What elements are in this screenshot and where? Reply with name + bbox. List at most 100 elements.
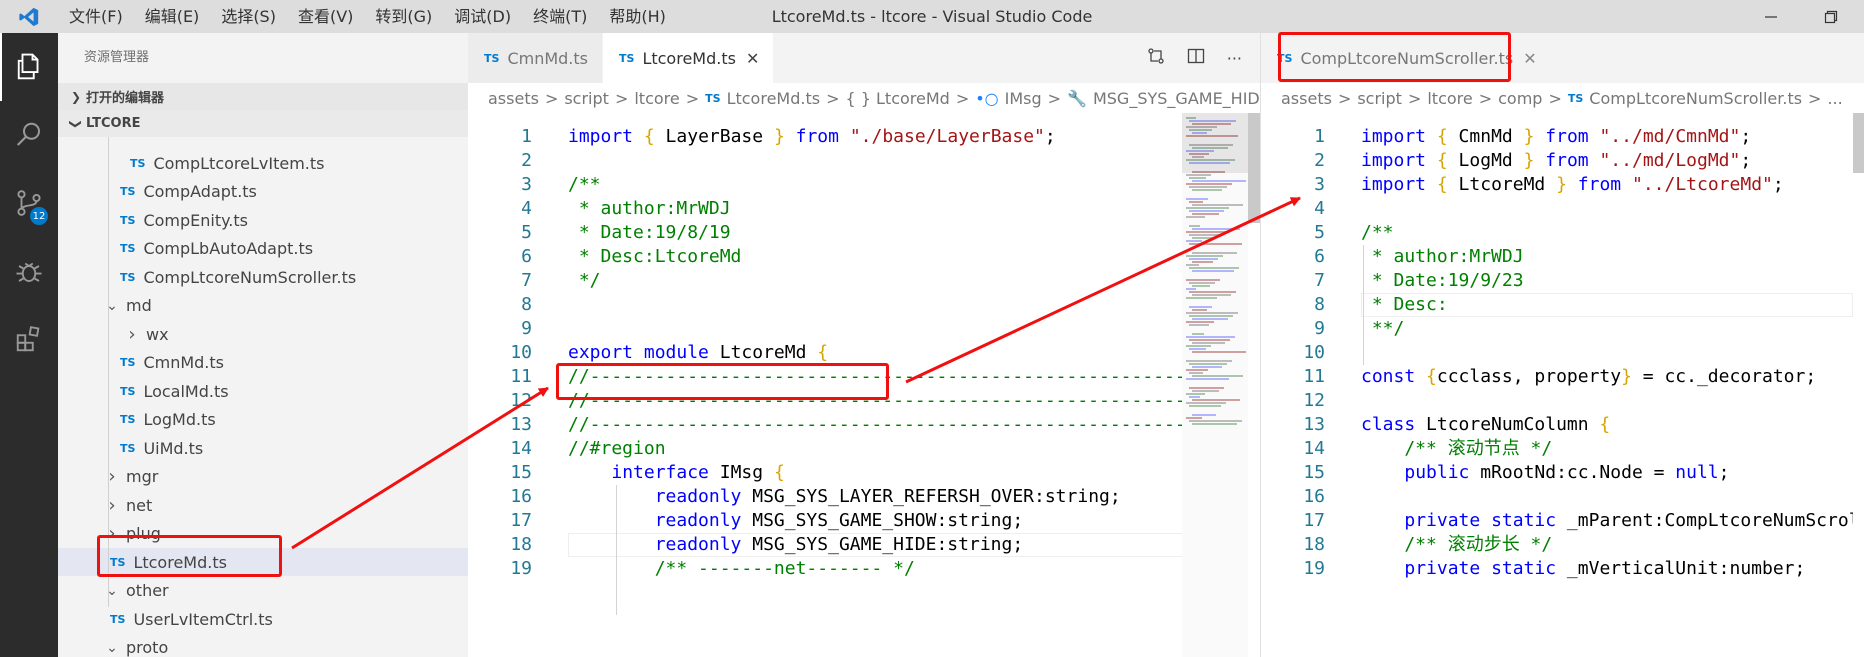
more-actions-icon[interactable]: ··· (1227, 49, 1242, 68)
explorer-icon[interactable] (0, 33, 58, 101)
split-editor-icon[interactable] (1187, 47, 1205, 69)
menu-help[interactable]: 帮助(H) (598, 0, 677, 33)
breadcrumb-item[interactable]: ltcore (634, 89, 679, 108)
breadcrumb-item[interactable]: script (564, 89, 609, 108)
tree-item[interactable]: TS CompAdapt.ts (58, 178, 468, 206)
minimap-line (1189, 243, 1242, 245)
tree-item[interactable]: TS CompLbAutoAdapt.ts (58, 235, 468, 263)
minimap-viewport[interactable] (1182, 113, 1248, 173)
tree-item[interactable]: TS LogMd.ts (58, 406, 468, 434)
tree-item[interactable]: TS UiMd.ts (58, 434, 468, 462)
tree-item[interactable]: TS LocalMd.ts (58, 377, 468, 405)
code-line: 10 (1261, 341, 1853, 365)
minimap-line (1189, 387, 1224, 389)
minimap-line (1186, 198, 1208, 200)
scrollbar-right[interactable] (1853, 113, 1864, 173)
code-text: import { LtcoreMd } from "../LtcoreMd"; (1361, 174, 1784, 195)
compare-changes-icon[interactable] (1147, 47, 1165, 69)
minimap-line (1186, 378, 1229, 380)
line-number: 8 (521, 294, 532, 315)
menu-view[interactable]: 查看(V) (287, 0, 364, 33)
code-line: 14 //#region (468, 437, 1183, 461)
tree-item[interactable]: TS CompLtcoreLvItem.ts (58, 149, 468, 177)
ts-file-icon: TS (120, 185, 136, 198)
menu-terminal[interactable]: 终端(T) (522, 0, 598, 33)
tab-label: LtcoreMd.ts (642, 48, 736, 68)
code-line: 4 (1261, 197, 1853, 221)
tab-bar-left: TS CmnMd.ts TS LtcoreMd.ts ✕ ··· (468, 33, 1260, 83)
search-icon[interactable] (0, 101, 58, 169)
minimap-line (1186, 240, 1202, 242)
tree-item[interactable]: › mgr (58, 463, 468, 491)
close-icon[interactable]: ✕ (746, 49, 759, 68)
extensions-icon[interactable] (0, 305, 58, 373)
tab-cmnmd[interactable]: TS CmnMd.ts (468, 33, 603, 83)
code-line: 8 (468, 293, 1183, 317)
menu-file[interactable]: 文件(F) (58, 0, 134, 33)
ts-file-icon: TS (130, 156, 146, 170)
minimap-line (1186, 207, 1229, 209)
code-line: 10 export module LtcoreMd { (468, 341, 1183, 365)
code-line: 2 import { LogMd } from "../md/LogMd"; (1261, 149, 1853, 173)
code-line: 12 (1261, 389, 1853, 413)
line-number: 13 (510, 414, 532, 435)
code-editor-right[interactable]: 1 import { CmnMd } from "../md/CmnMd"; 2 im… (1261, 113, 1853, 657)
menu-selection[interactable]: 选择(S) (210, 0, 287, 33)
source-control-icon[interactable]: 12 (0, 169, 58, 237)
menu-goto[interactable]: 转到(G) (364, 0, 443, 33)
minimap-line (1192, 318, 1228, 320)
line-number: 9 (1314, 318, 1325, 339)
code-line: 16 readonly MSG_SYS_LAYER_REFERSH_OVER:s… (468, 485, 1183, 509)
line-number: 6 (1314, 246, 1325, 267)
minimap-line (1189, 420, 1242, 422)
tree-item[interactable]: ⌄ proto (58, 634, 468, 657)
scrollbar-left[interactable] (1248, 113, 1260, 223)
ts-file-icon: TS (705, 91, 721, 105)
minimap-line (1192, 285, 1210, 287)
title-bar: 文件(F) 编辑(E) 选择(S) 查看(V) 转到(G) 调试(D) 终端(T… (0, 0, 1864, 33)
minimap-line (1189, 396, 1200, 398)
tree-item-label: UserLvItemCtrl.ts (133, 609, 273, 629)
close-icon[interactable]: ✕ (1523, 49, 1536, 68)
minimize-button[interactable] (1748, 0, 1794, 33)
minimap-line (1192, 333, 1204, 335)
code-line: 1 import { CmnMd } from "../md/CmnMd"; (1261, 125, 1853, 149)
minimap-left[interactable] (1182, 113, 1248, 657)
tree-item-label: mgr (126, 467, 159, 486)
project-section[interactable]: ❯ LTCORE (58, 110, 468, 137)
tree-item[interactable]: TS CmnMd.ts (58, 349, 468, 377)
breadcrumb-item[interactable]: { } LtcoreMd (845, 89, 949, 108)
breadcrumb-item[interactable]: IMsg (1005, 89, 1042, 108)
breadcrumb-item[interactable]: script (1357, 89, 1402, 108)
breadcrumb-item[interactable]: CompLtcoreNumScroller.ts (1589, 89, 1802, 108)
minimap-line (1192, 204, 1243, 206)
breadcrumb-item[interactable]: assets (1281, 89, 1332, 108)
tree-item[interactable]: › net (58, 491, 468, 519)
restore-button[interactable] (1808, 0, 1854, 33)
breadcrumb-item[interactable]: ltcore (1427, 89, 1472, 108)
breadcrumb-right: assets > script > ltcore > comp > TS CompLtc… (1261, 83, 1864, 113)
debug-icon[interactable] (0, 237, 58, 305)
minimap-line (1186, 417, 1202, 419)
menu-debug[interactable]: 调试(D) (443, 0, 522, 33)
minimap-line (1189, 225, 1200, 227)
tree-item[interactable]: › wx (58, 320, 468, 348)
breadcrumb-item[interactable]: LtcoreMd.ts (727, 89, 821, 108)
tree-item[interactable]: TS CompEnity.ts (58, 206, 468, 234)
tree-item[interactable]: ⌄ other (58, 577, 468, 605)
breadcrumb-separator: > (826, 88, 840, 108)
breadcrumb-item[interactable]: MSG_SYS_GAME_HIDE (1093, 89, 1260, 108)
breadcrumb-item[interactable]: ... (1827, 89, 1842, 108)
breadcrumb-item[interactable]: assets (488, 89, 539, 108)
breadcrumb-item[interactable]: comp (1498, 89, 1542, 108)
tree-item[interactable]: TS CompLtcoreNumScroller.ts (58, 263, 468, 291)
menu-edit[interactable]: 编辑(E) (134, 0, 211, 33)
code-text: interface IMsg { (611, 462, 785, 483)
tab-ltcoremd[interactable]: TS LtcoreMd.ts ✕ (603, 33, 775, 83)
minimap-line (1189, 405, 1221, 407)
vscode-logo-icon (0, 0, 58, 33)
tree-item[interactable]: TS UserLvItemCtrl.ts (58, 605, 468, 633)
open-editors-section[interactable]: ❯ 打开的编辑器 (58, 83, 468, 110)
tree-item[interactable]: ⌄ md (58, 292, 468, 320)
highlight-right-tab (1278, 32, 1511, 82)
